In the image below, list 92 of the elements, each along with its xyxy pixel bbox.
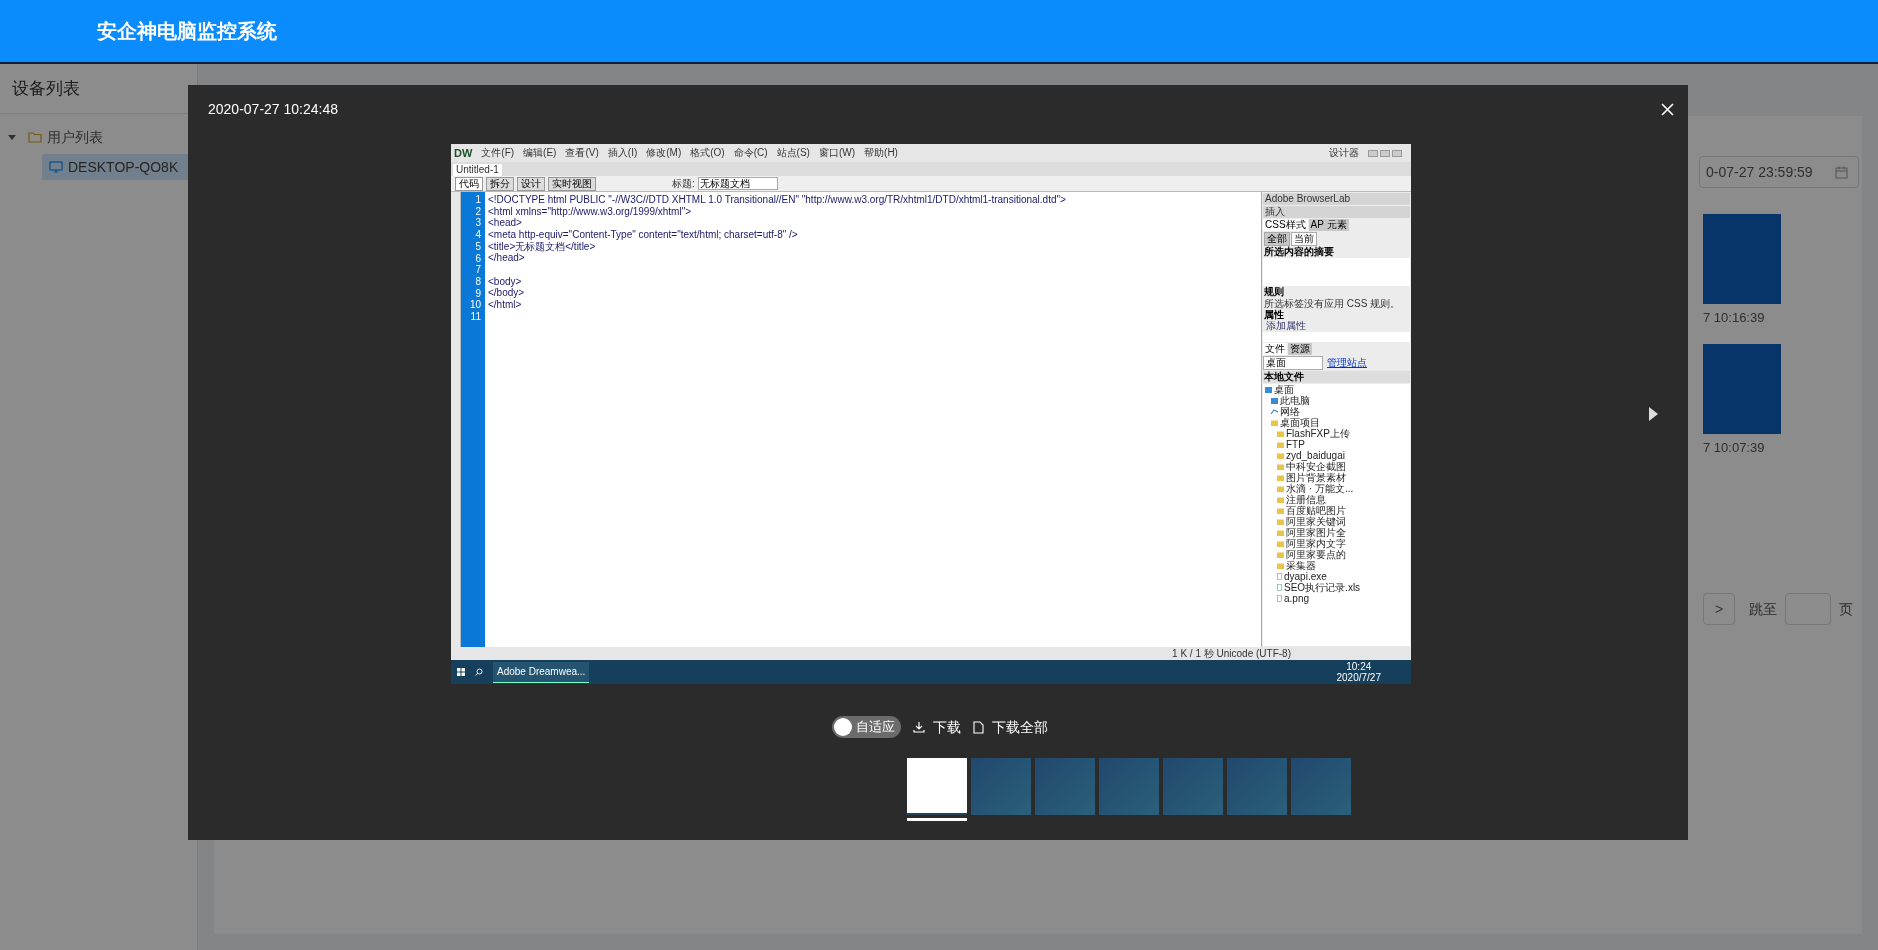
line-number: 5 [475, 240, 481, 253]
section-title: 所选内容的摘要 [1263, 247, 1335, 257]
file-tree-item[interactable]: 中科安企截图 [1286, 461, 1346, 472]
file-tree-item[interactable]: zyd_baidugai [1286, 450, 1345, 461]
jump-label: 跳至 [1749, 599, 1777, 619]
panel-tab[interactable]: 文件 [1263, 343, 1287, 355]
title-label: 标题: [672, 178, 695, 189]
menu-item[interactable]: 帮助(H) [864, 148, 898, 158]
panel-header[interactable]: 插入 [1263, 206, 1410, 218]
app-logo: DW [454, 147, 473, 159]
column-header: 本地文件 [1263, 371, 1410, 383]
code-line: <html xmlns="http://www.w3.org/1999/xhtml"> [488, 206, 692, 217]
menu-item[interactable]: 窗口(W) [818, 148, 856, 158]
document-tab[interactable]: Untitled-1 [453, 164, 502, 176]
screenshot-time: 7 10:16:39 [1703, 309, 1766, 327]
panel-tab[interactable]: CSS样式 [1263, 219, 1308, 231]
clock-date: 2020/7/27 [1336, 672, 1381, 683]
file-tree-item[interactable]: 图片背景素材 [1286, 472, 1346, 483]
file-tree-item[interactable]: 采集器 [1286, 560, 1316, 571]
line-number: 11 [470, 311, 481, 323]
file-tree-item[interactable]: 桌面 [1274, 384, 1294, 395]
next-page-button[interactable]: > [1703, 593, 1735, 625]
panel-tab[interactable]: 当前 [1291, 232, 1317, 246]
layout-label[interactable]: 设计器 [1329, 148, 1359, 158]
line-number: 4 [475, 229, 481, 241]
line-number: 2 [475, 205, 481, 218]
view-button[interactable]: 代码 [455, 176, 483, 191]
menu-item[interactable]: 文件(F) [481, 148, 515, 158]
code-line: <title>无标题文档</title> [488, 241, 596, 252]
panel-tab[interactable]: AP 元素 [1308, 219, 1349, 231]
panel-tab[interactable]: 资源 [1288, 343, 1312, 355]
menu-item[interactable]: 编辑(E) [523, 148, 557, 158]
taskbar-app-button[interactable]: Adobe Dreamwea... [493, 661, 590, 683]
code-line: </head> [488, 253, 525, 264]
file-tree-item[interactable]: 桌面项目 [1280, 417, 1320, 428]
view-button[interactable]: 实时视图 [548, 176, 596, 191]
menu-item[interactable]: 修改(M) [646, 148, 682, 158]
file-tree-item[interactable]: SEO执行记录.xls [1284, 582, 1361, 593]
title-field[interactable]: 无标题文档 [697, 177, 778, 190]
rules-text: 所选标签没有应用 CSS 规则。 [1263, 298, 1402, 309]
sidebar-title: 设备列表 [12, 77, 80, 100]
line-number: 8 [475, 275, 481, 288]
file-tree-item[interactable]: 此电脑 [1280, 395, 1310, 406]
file-tree-item[interactable]: a.png [1284, 593, 1310, 604]
file-tree-item[interactable]: FTP [1286, 439, 1305, 450]
download-button[interactable]: 下载 [913, 716, 961, 738]
view-button[interactable]: 设计 [517, 176, 545, 191]
clock-time: 10:24 [1346, 661, 1372, 672]
file-tree-item[interactable]: 注册信息 [1286, 494, 1326, 505]
file-tree-item[interactable]: 阿里家图片全 [1286, 527, 1346, 538]
site-select[interactable]: 桌面 [1263, 356, 1323, 370]
line-number: 6 [475, 252, 481, 265]
menu-item[interactable]: 插入(I) [607, 148, 638, 158]
date-field[interactable]: 0-07-27 23:59:59 [1699, 156, 1859, 188]
menu-item[interactable]: 站点(S) [776, 148, 810, 158]
code-line: <body> [488, 276, 522, 287]
fit-toggle[interactable]: 自适应 [832, 716, 901, 738]
tree-item[interactable]: 用户列表 [47, 126, 103, 148]
download-button[interactable]: 下载全部 [973, 716, 1048, 738]
menu-item[interactable]: 格式(O) [690, 148, 725, 158]
file-tree-item[interactable]: 网络 [1280, 406, 1300, 417]
code-line: <meta http-equiv="Content-Type" content="text/html; charset=utf-8" /> [488, 229, 798, 240]
file-tree-item[interactable]: 百度贴吧图片 [1286, 505, 1346, 516]
app-title: 安企神电脑监控系统 [97, 19, 277, 44]
file-tree-item[interactable]: 阿里家要点的 [1286, 549, 1346, 560]
file-tree-item[interactable]: 阿里家内文字 [1286, 538, 1346, 549]
status-text: 1 K / 1 秒 Unicode (UTF-8) [1172, 648, 1291, 659]
panel-tab[interactable]: 全部 [1264, 232, 1290, 246]
file-tree-item[interactable]: dyapi.exe [1284, 571, 1327, 582]
line-number: 1 [475, 194, 481, 206]
manage-sites-link[interactable]: 管理站点 [1327, 358, 1367, 368]
line-number: 9 [475, 287, 481, 300]
line-number: 3 [475, 217, 481, 230]
screenshot-time: 7 10:07:39 [1703, 438, 1766, 457]
page-suffix: 页 [1839, 599, 1853, 619]
menu-item[interactable]: 命令(C) [733, 148, 768, 158]
file-tree-item[interactable]: 阿里家关键词 [1286, 516, 1346, 527]
code-line: <!DOCTYPE html PUBLIC "-//W3C//DTD XHTML 1.0 Transitional//EN" "http://www.w3.org/TR/xhtml1/DTD/xhtml1-transitional.dtd"> [488, 194, 1066, 205]
panel-header[interactable]: Adobe BrowserLab [1263, 193, 1410, 205]
view-button[interactable]: 拆分 [486, 176, 514, 191]
file-tree-item[interactable]: FlashFXP上传 [1286, 428, 1350, 439]
code-line: </html> [488, 300, 522, 311]
section-title: 属性 [1263, 310, 1284, 320]
capture-timestamp: 2020-07-27 10:24:48 [208, 100, 338, 119]
line-number: 7 [475, 264, 481, 276]
code-line: <head> [488, 218, 522, 229]
code-line: </body> [488, 288, 525, 299]
line-number: 10 [469, 299, 481, 312]
section-title: 规则 [1263, 287, 1285, 297]
menu-item[interactable]: 查看(V) [565, 148, 599, 158]
file-tree-item[interactable]: 水滴 · 万能文... [1286, 483, 1354, 494]
add-property-link[interactable]: 添加属性 [1263, 321, 1410, 331]
